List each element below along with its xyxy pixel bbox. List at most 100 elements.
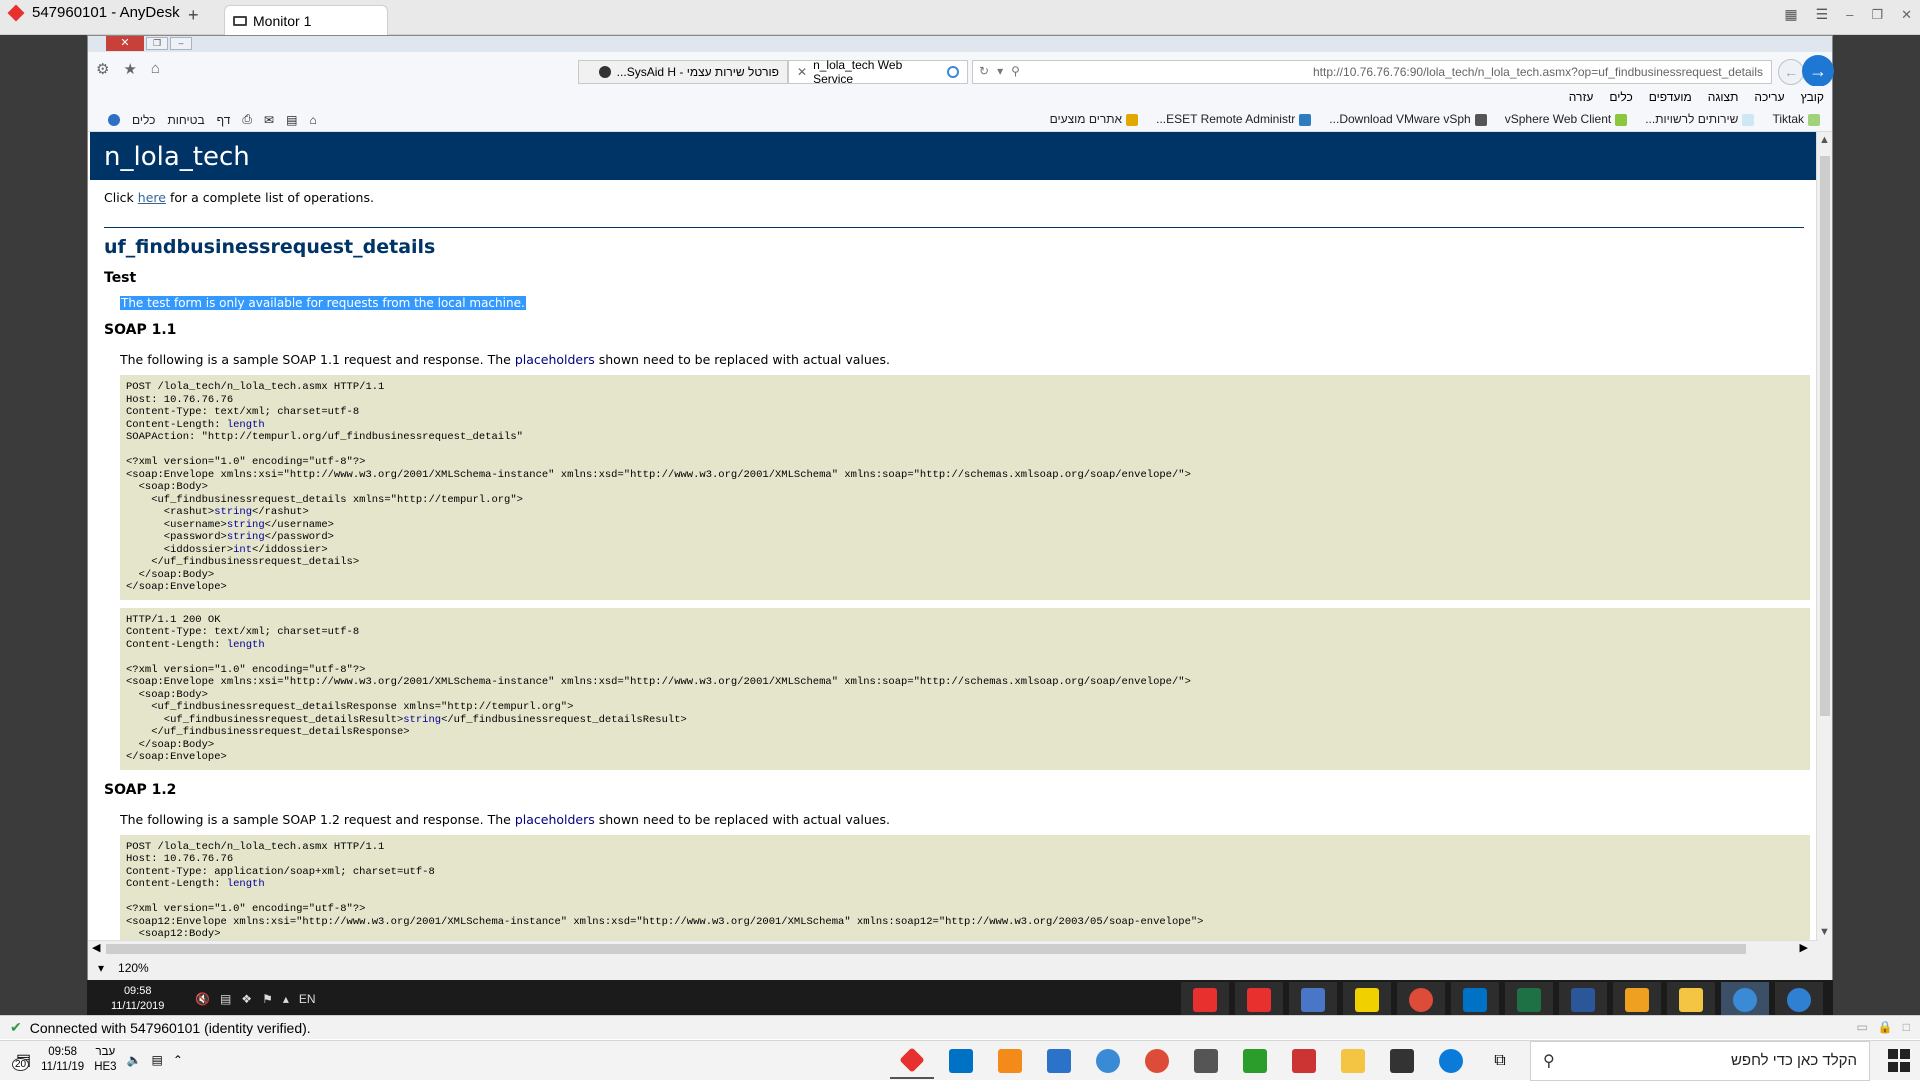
smb-taskbar-app[interactable]: [1282, 1043, 1326, 1079]
horizontal-scroll-thumb[interactable]: [106, 944, 1746, 954]
explorer-taskbar-app[interactable]: [1331, 1043, 1375, 1079]
monitor-tab[interactable]: Monitor 1: [224, 5, 388, 35]
media-app[interactable]: [1613, 982, 1661, 1018]
ie-tab-sysaid[interactable]: פורטל שירות עצמי - SysAid H...: [578, 60, 788, 84]
page-viewport[interactable]: n_lola_tech Click here for a complete li…: [88, 132, 1818, 942]
back-button[interactable]: ←: [1778, 59, 1804, 85]
anydesk-taskbar-app[interactable]: [890, 1043, 934, 1079]
tab-close-icon[interactable]: ✕: [797, 65, 807, 79]
scroll-right-icon[interactable]: ▶: [1800, 941, 1808, 954]
network-icon[interactable]: ▤: [220, 992, 231, 1006]
vertical-scrollbar[interactable]: ▲ ▼: [1816, 132, 1832, 940]
chrome-app[interactable]: [1397, 982, 1445, 1018]
minimize-button[interactable]: –: [1846, 7, 1853, 22]
horizontal-scrollbar[interactable]: ◀ ▶: [88, 940, 1818, 956]
command-tools[interactable]: כלים: [132, 113, 155, 127]
outlook-app[interactable]: [1451, 982, 1499, 1018]
ie-close-button[interactable]: ✕: [106, 36, 144, 51]
home-icon[interactable]: ⌂: [151, 60, 160, 78]
flag-icon[interactable]: ⚑: [262, 992, 273, 1006]
viewer-taskbar-app[interactable]: [1233, 1043, 1277, 1079]
anydesk-app-2[interactable]: [1235, 982, 1283, 1018]
menu-edit[interactable]: עריכה: [1754, 90, 1784, 104]
edge-taskbar-app[interactable]: [1429, 1043, 1473, 1079]
soap12-intro: The following is a sample SOAP 1.2 reque…: [120, 812, 1804, 827]
help-icon[interactable]: [108, 113, 120, 126]
operations-link[interactable]: here: [138, 190, 166, 205]
tray-expand-icon[interactable]: ▴: [283, 992, 289, 1006]
dropbox-icon[interactable]: ❖: [241, 992, 252, 1006]
restore-button[interactable]: ❐: [1871, 7, 1883, 23]
mail-icon[interactable]: ✉: [264, 113, 274, 127]
fav-eset[interactable]: ESET Remote Administr...: [1156, 112, 1312, 126]
fav-tiktak[interactable]: Tiktak: [1772, 112, 1820, 126]
ie-tab-webservice[interactable]: ✕ n_lola_tech Web Service: [788, 58, 968, 86]
action-center-icon[interactable]: ▤20: [12, 1050, 31, 1071]
word-app[interactable]: [1559, 982, 1607, 1018]
remote-lang[interactable]: EN: [299, 992, 316, 1006]
vertical-scroll-thumb[interactable]: [1820, 156, 1830, 716]
refresh-icon[interactable]: ↻: [979, 64, 989, 78]
gear-icon[interactable]: ⚙: [96, 60, 109, 78]
window-icon[interactable]: □: [1903, 1020, 1910, 1034]
home-small-icon[interactable]: ⌂: [309, 113, 316, 127]
close-button[interactable]: ✕: [1901, 7, 1912, 23]
tray-expand-icon[interactable]: ⌃: [173, 1053, 183, 1067]
vs-taskbar-app[interactable]: [1037, 1043, 1081, 1079]
scroll-down-icon[interactable]: ▼: [1819, 926, 1830, 938]
menu-icon[interactable]: ☰: [1816, 6, 1829, 23]
remote-start-button[interactable]: [1775, 982, 1823, 1018]
fav-vsphere[interactable]: vSphere Web Client: [1505, 112, 1628, 126]
chrome-taskbar-app[interactable]: [1135, 1043, 1179, 1079]
outlook-taskbar-app[interactable]: [939, 1043, 983, 1079]
new-tab-button[interactable]: +: [188, 5, 199, 26]
remote-clock[interactable]: 09:58 11/11/2019: [111, 984, 164, 1014]
zoom-level[interactable]: 120%: [118, 961, 149, 975]
remote-app-4[interactable]: [1343, 982, 1391, 1018]
forward-button[interactable]: →: [1802, 55, 1834, 87]
local-clock[interactable]: 09:58 11/11/19: [41, 1045, 84, 1075]
ie-maximize-button[interactable]: ❐: [146, 37, 168, 50]
address-bar[interactable]: ↻ ▾ ⚲ http://10.76.76.76:90/lola_tech/n_…: [972, 60, 1772, 84]
task-view-button[interactable]: ⧉: [1478, 1043, 1522, 1079]
menu-help[interactable]: עזרה: [1569, 90, 1594, 104]
store-taskbar-app[interactable]: [1380, 1043, 1424, 1079]
volume-muted-icon[interactable]: 🔇: [195, 992, 210, 1006]
explorer-app[interactable]: [1667, 982, 1715, 1018]
command-safety[interactable]: בטיחות: [167, 113, 204, 127]
anydesk-app-1[interactable]: [1181, 982, 1229, 1018]
menu-favorites[interactable]: מועדפים: [1649, 90, 1692, 104]
feeds-icon[interactable]: ▤: [286, 113, 297, 127]
fav-vmware[interactable]: Download VMware vSph...: [1329, 112, 1487, 126]
excel-app[interactable]: [1505, 982, 1553, 1018]
fav-suggested[interactable]: אתרים מוצעים: [1050, 112, 1139, 126]
network-icon[interactable]: ▤: [152, 1053, 163, 1067]
favorites-star-icon[interactable]: ★: [123, 60, 136, 78]
fav-municipal[interactable]: שירותים לרשויות...: [1645, 112, 1755, 126]
monitor-small-icon[interactable]: ▭: [1856, 1020, 1867, 1034]
chat-icon[interactable]: ▦: [1784, 6, 1797, 23]
menu-view[interactable]: תצוגה: [1708, 90, 1739, 104]
scroll-left-icon[interactable]: ◀: [92, 941, 100, 954]
mail-taskbar-app[interactable]: [1184, 1043, 1228, 1079]
sublime-taskbar-app[interactable]: [988, 1043, 1032, 1079]
scroll-up-icon[interactable]: ▲: [1819, 134, 1830, 146]
menu-file[interactable]: קובץ: [1801, 90, 1824, 104]
lock-icon[interactable]: 🔒: [1878, 1020, 1893, 1034]
remote-desktop[interactable]: ✕ ❐ – ⚙ ★ ⌂ פורטל שירות עצמי - SysAid H.…: [0, 35, 1920, 1035]
ie-taskbar-app[interactable]: [1086, 1043, 1130, 1079]
menu-tools[interactable]: כלים: [1609, 90, 1632, 104]
command-page[interactable]: דף: [217, 113, 231, 127]
taskbar-search-box[interactable]: ⚲ הקלד כאן כדי לחפש: [1530, 1041, 1870, 1081]
zoom-dropdown-icon[interactable]: ▾: [98, 961, 104, 975]
remote-app-3[interactable]: [1289, 982, 1337, 1018]
ie-minimize-button[interactable]: –: [170, 37, 192, 50]
dropdown-icon[interactable]: ▾: [997, 64, 1003, 78]
print-icon[interactable]: ⎙: [242, 112, 252, 127]
address-url[interactable]: http://10.76.76.76:90/lola_tech/n_lola_t…: [1313, 65, 1763, 79]
volume-icon[interactable]: 🔈: [127, 1053, 142, 1067]
start-button[interactable]: [1888, 1049, 1912, 1073]
ie-app[interactable]: [1721, 982, 1769, 1018]
search-icon[interactable]: ⚲: [1011, 64, 1020, 78]
language-indicator[interactable]: עבר HE3: [94, 1045, 116, 1075]
